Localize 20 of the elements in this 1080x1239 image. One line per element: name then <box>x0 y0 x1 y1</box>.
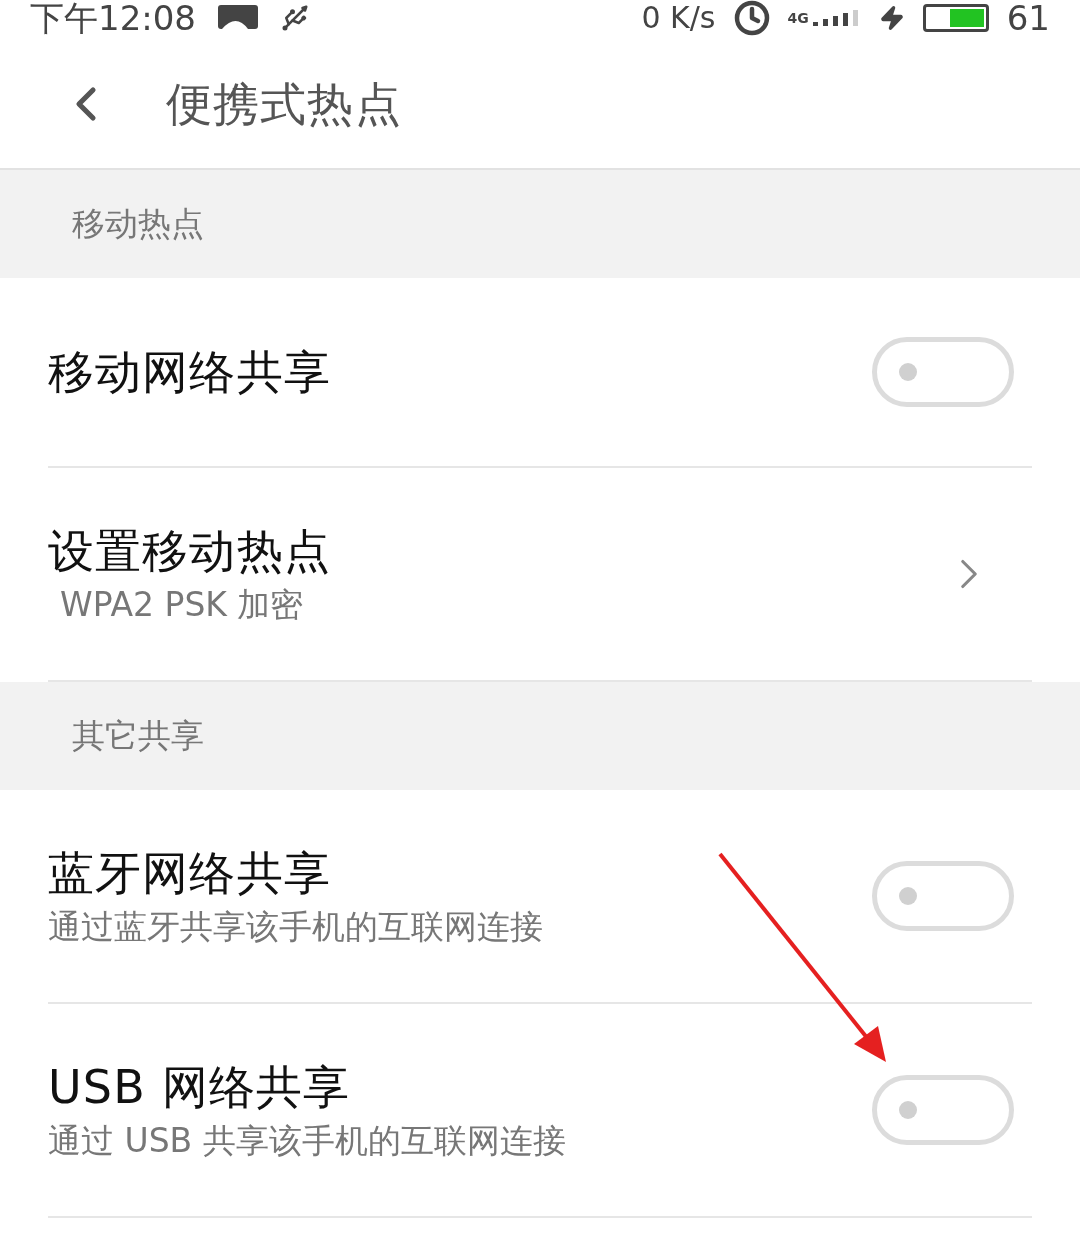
image-icon <box>218 5 258 31</box>
charging-icon <box>878 3 905 33</box>
setting-label: 设置移动热点 <box>48 527 332 574</box>
page-title: 便携式热点 <box>166 75 402 133</box>
setting-label: USB 网络共享 <box>48 1063 352 1110</box>
setting-description: 通过 USB 共享该手机的互联网连接 <box>48 1123 567 1157</box>
network-type: 4G <box>787 8 809 28</box>
status-time: 下午12:08 <box>30 0 196 36</box>
signal-icon <box>812 10 861 26</box>
setting-label: 蓝牙网络共享 <box>48 849 332 896</box>
setting-label: 移动网络共享 <box>48 349 332 395</box>
section-title: 其它共享 <box>72 715 204 758</box>
battery-icon <box>922 4 989 32</box>
section-title: 移动热点 <box>72 203 204 246</box>
usb-icon <box>280 3 310 33</box>
network-speed: 0 K/s <box>641 0 716 36</box>
battery-percent: 61 <box>1006 0 1050 36</box>
clock-icon <box>733 0 770 36</box>
setting-description: 通过蓝牙共享该手机的互联网连接 <box>48 909 544 943</box>
setting-description: WPA2 PSK 加密 <box>59 587 305 621</box>
